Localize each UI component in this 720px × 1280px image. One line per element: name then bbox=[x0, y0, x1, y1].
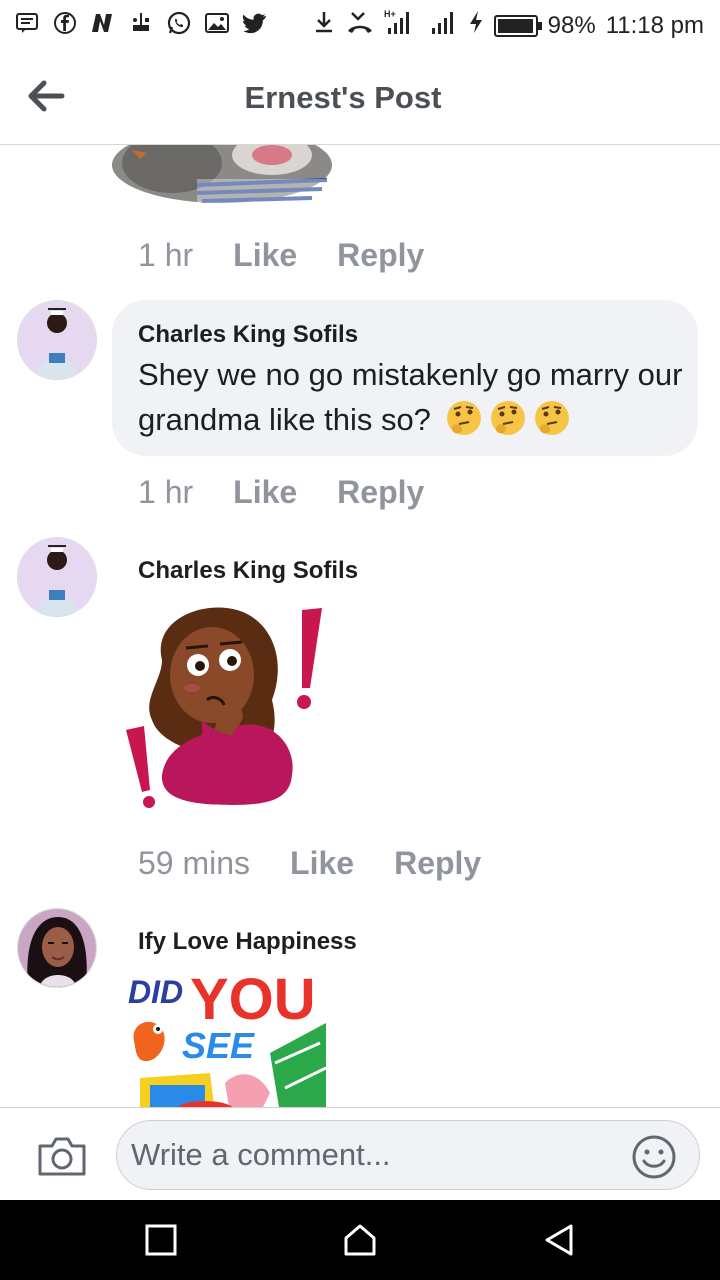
download-icon bbox=[312, 9, 336, 42]
avatar[interactable] bbox=[17, 537, 97, 617]
back-nav-button[interactable] bbox=[541, 1222, 577, 1258]
facebook-icon bbox=[52, 10, 78, 36]
comment-time: 59 mins bbox=[138, 845, 251, 881]
back-triangle-icon bbox=[545, 1224, 573, 1256]
thinking-face-icon bbox=[444, 398, 484, 438]
whatsapp-icon bbox=[166, 10, 192, 36]
svg-text:DID: DID bbox=[128, 974, 183, 1010]
status-right: H+ 98% 11:18 pm bbox=[312, 8, 704, 43]
avatar[interactable] bbox=[17, 908, 97, 988]
emoji-button[interactable] bbox=[631, 1134, 677, 1180]
gallery-icon bbox=[204, 10, 230, 36]
home-icon bbox=[344, 1224, 376, 1256]
missed-call-icon bbox=[346, 9, 374, 42]
twitter-icon bbox=[242, 10, 268, 36]
signal-icon bbox=[430, 8, 458, 43]
message-icon bbox=[14, 10, 40, 36]
sticker-text-you: YOU bbox=[190, 967, 316, 1032]
avatar[interactable] bbox=[17, 300, 97, 380]
clock: 11:18 pm bbox=[605, 11, 704, 39]
comment-time: 1 hr bbox=[138, 237, 194, 273]
status-bar: H+ 98% 11:18 pm bbox=[0, 0, 720, 50]
smiley-icon bbox=[632, 1135, 676, 1179]
sticker-text-did: DID bbox=[128, 974, 183, 1010]
did-you-see-sticker[interactable]: DID YOU SEE bbox=[120, 963, 327, 1107]
comments-list[interactable]: 1 hr Like Reply Charles King Sofils Shey… bbox=[0, 145, 720, 1107]
page-title: Ernest's Post bbox=[244, 80, 442, 115]
reply-button[interactable]: Reply bbox=[337, 474, 424, 511]
comment-author[interactable]: Charles King Sofils bbox=[138, 321, 358, 349]
comment-meta: 1 hr Like Reply bbox=[138, 474, 464, 511]
post-header: Ernest's Post bbox=[0, 50, 720, 145]
sticker-text-see: SEE bbox=[182, 1025, 255, 1066]
comment-input-placeholder: Write a comment... bbox=[131, 1137, 391, 1172]
comment-bubble[interactable]: Charles King Sofils Shey we no go mistak… bbox=[112, 300, 698, 456]
reply-button[interactable]: Reply bbox=[394, 845, 481, 882]
battery-icon bbox=[493, 14, 542, 37]
reply-button[interactable]: Reply bbox=[337, 237, 424, 274]
cat-sticker-image bbox=[112, 145, 334, 207]
comment-author[interactable]: Charles King Sofils bbox=[138, 557, 358, 585]
thinking-face-icon bbox=[532, 398, 572, 438]
svg-text:H+: H+ bbox=[384, 9, 396, 19]
recents-button[interactable] bbox=[143, 1222, 179, 1258]
like-button[interactable]: Like bbox=[233, 237, 297, 274]
notification-icons bbox=[14, 10, 268, 36]
like-button[interactable]: Like bbox=[290, 845, 354, 882]
comment-body: Shey we no go mistakenly go marry our gr… bbox=[138, 357, 683, 437]
thinking-face-icon bbox=[488, 398, 528, 438]
news-icon bbox=[90, 10, 116, 36]
comment-input[interactable]: Write a comment... bbox=[116, 1120, 700, 1190]
signal-h-plus-icon: H+ bbox=[384, 8, 420, 43]
comment-text: Shey we no go mistakenly go marry our gr… bbox=[138, 352, 684, 442]
battery-percent: 98% bbox=[547, 11, 596, 39]
comment-composer: Write a comment... bbox=[0, 1107, 720, 1201]
home-button[interactable] bbox=[342, 1222, 378, 1258]
system-nav-bar bbox=[0, 1200, 720, 1280]
comment-author[interactable]: Ify Love Happiness bbox=[138, 928, 357, 956]
usb-icon bbox=[128, 10, 154, 36]
comment-meta: 1 hr Like Reply bbox=[138, 237, 464, 274]
camera-icon bbox=[38, 1137, 86, 1176]
like-button[interactable]: Like bbox=[233, 474, 297, 511]
thinking-woman-sticker[interactable] bbox=[122, 600, 328, 810]
battery-level bbox=[497, 18, 533, 33]
recents-square-icon bbox=[145, 1224, 177, 1256]
comment-time: 1 hr bbox=[138, 474, 194, 510]
comment-meta: 59 mins Like Reply bbox=[138, 845, 521, 882]
camera-button[interactable] bbox=[36, 1134, 88, 1178]
charging-icon bbox=[468, 9, 484, 42]
